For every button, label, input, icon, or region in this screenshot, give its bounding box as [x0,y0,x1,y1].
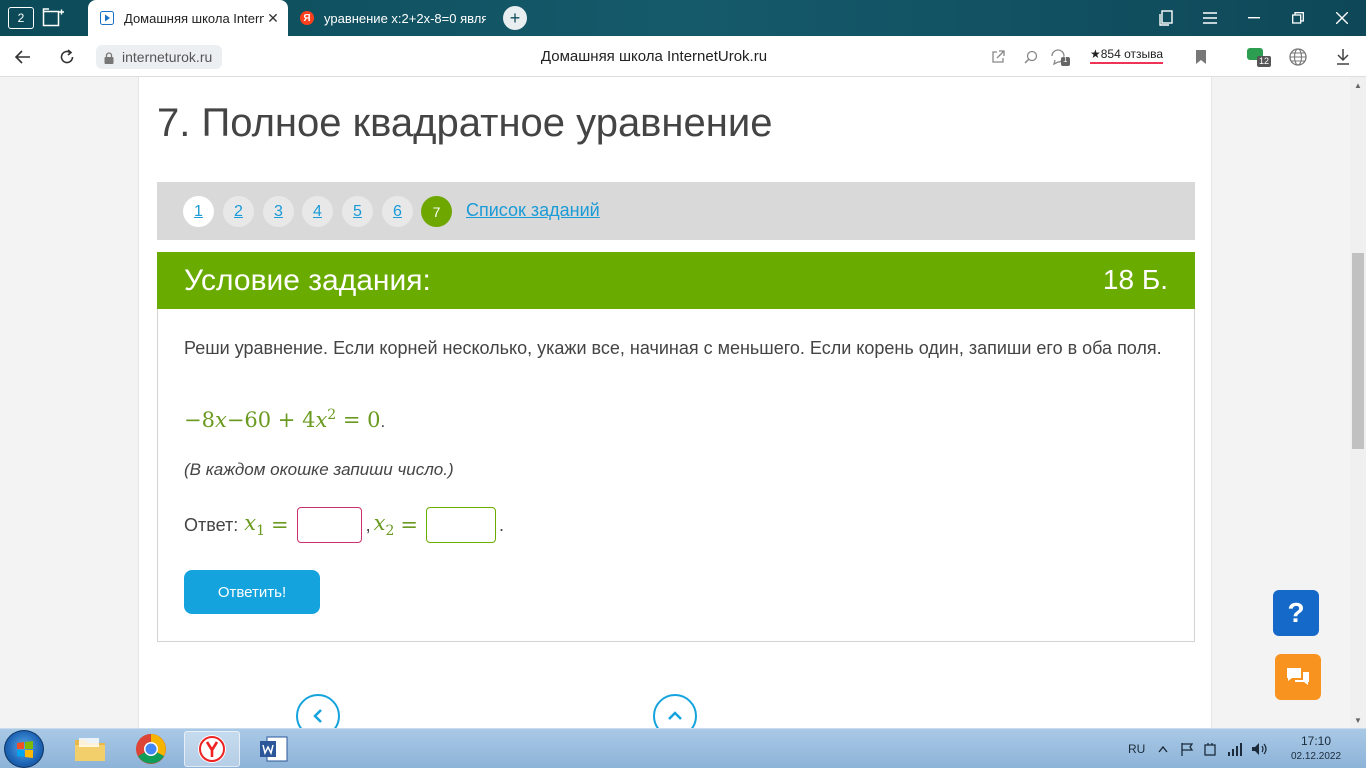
equation-coef-a: −8 [184,408,215,432]
action-center-flag-icon[interactable] [1180,729,1194,768]
x1-variable: x1 [244,510,266,540]
close-tab-icon[interactable]: ✕ [264,10,282,27]
task-condition: Реши уравнение. Если корней несколько, у… [184,338,1162,358]
yandex-browser-icon[interactable] [184,731,240,767]
play-icon [100,11,114,25]
network-signal-icon[interactable] [1227,729,1243,768]
download-icon[interactable] [1333,47,1353,67]
equation-rhs: = 0 [342,408,381,432]
task-points: 18 Б. [1102,264,1168,295]
yandex-favicon-icon: Я [300,11,314,25]
new-tab-group-icon[interactable] [40,5,66,31]
equation-middle: −60 + 4 [226,408,316,432]
notifications-count: 1 [1063,55,1068,64]
tab-title: уравнение x:2+2x-8=0 является [324,10,486,26]
scroll-thumb[interactable] [1352,253,1364,449]
x1-input[interactable] [296,507,362,543]
tab-title: Домашняя школа InternetUrok [124,10,264,26]
task-list-link[interactable]: Список заданий [466,200,600,221]
period: . [499,514,505,535]
content-column: 7. Полное квадратное уравнение 1 2 3 4 5… [138,77,1212,728]
page-scrollbar[interactable]: ▲ ▼ [1350,77,1366,728]
globe-icon[interactable] [1288,47,1308,67]
chat-icon[interactable] [1275,654,1321,700]
tab-interneturok[interactable]: Домашняя школа InternetUrok ✕ [88,0,288,36]
file-explorer-icon[interactable] [62,731,118,767]
device-icon[interactable] [1203,729,1217,768]
help-button[interactable]: ? [1273,590,1319,636]
task-equation: −8x−60 + 4x2 = 0. [184,407,386,432]
equation-exponent: 2 [327,407,337,423]
tray-expand-icon[interactable] [1158,729,1168,768]
submit-answer-button[interactable]: Ответить! [184,570,320,614]
page-title: 7. Полное квадратное уравнение [157,101,773,145]
task-header-label: Условие задания: [184,264,431,297]
clock-time: 17:10 [1300,734,1332,748]
system-clock[interactable]: 17:10 02.12.2022 [1286,733,1346,765]
start-button[interactable] [4,730,44,768]
bookmark-icon[interactable] [1191,47,1211,67]
task-body: Реши уравнение. Если корней несколько, у… [157,309,1195,642]
task-header: Условие задания: 18 Б. [157,252,1195,309]
pager-item-7-current[interactable]: 7 [421,196,452,227]
share-icon[interactable] [988,47,1008,67]
task-pager: 1 2 3 4 5 6 7 Список заданий [157,182,1195,240]
extensions-count: 12 [1259,56,1270,66]
page-viewport: 7. Полное квадратное уравнение 1 2 3 4 5… [0,77,1350,728]
input-language[interactable]: RU [1128,729,1145,768]
windows-taskbar: RU 17:10 02.12.2022 [0,728,1366,768]
scroll-up-chevron-icon[interactable] [653,694,697,728]
pager-item-6[interactable]: 6 [382,196,413,227]
tab-yandex-search[interactable]: Я уравнение x:2+2x-8=0 является [290,0,486,36]
equals-sign: = [400,513,419,537]
pager-item-3[interactable]: 3 [263,196,294,227]
volume-icon[interactable] [1251,729,1269,768]
zoom-search-icon[interactable] [1021,47,1041,67]
scroll-up-arrow-icon[interactable]: ▲ [1350,77,1366,93]
pager-item-5[interactable]: 5 [342,196,373,227]
chrome-icon[interactable] [123,731,179,767]
x2-variable: x2 [373,510,395,540]
clock-date: 02.12.2022 [1290,751,1342,762]
restore-icon[interactable] [1276,0,1320,36]
pager-item-4[interactable]: 4 [302,196,333,227]
notifications-icon[interactable]: 1 [1050,47,1070,67]
browser-tab-bar: 2 Домашняя школа InternetUrok ✕ Я уравне… [0,0,1366,36]
equals-sign: = [271,513,289,537]
prev-chevron-icon[interactable] [296,694,340,728]
word-icon[interactable] [246,731,302,767]
pager-item-2[interactable]: 2 [223,196,254,227]
tab-counter-button[interactable]: 2 [8,7,34,29]
extensions-icon[interactable]: 12 [1245,47,1271,67]
reviews-badge[interactable]: ★854 отзыва [1090,47,1164,64]
comma-separator: , [365,514,371,535]
address-bar: interneturok.ru Домашняя школа InternetU… [0,36,1366,77]
x2-input[interactable] [426,507,497,543]
pager-item-1[interactable]: 1 [183,196,214,227]
answer-label: Ответ: [184,514,239,535]
collections-icon[interactable] [1153,5,1179,31]
close-window-icon[interactable] [1320,0,1364,36]
answer-row: Ответ: x1 = , x2 = . [184,506,504,544]
minimize-icon[interactable] [1232,0,1276,36]
task-hint: (В каждом окошке запиши число.) [184,460,454,479]
scroll-down-arrow-icon[interactable]: ▼ [1350,712,1366,728]
new-tab-button[interactable]: + [503,6,527,30]
menu-icon[interactable] [1197,5,1223,31]
